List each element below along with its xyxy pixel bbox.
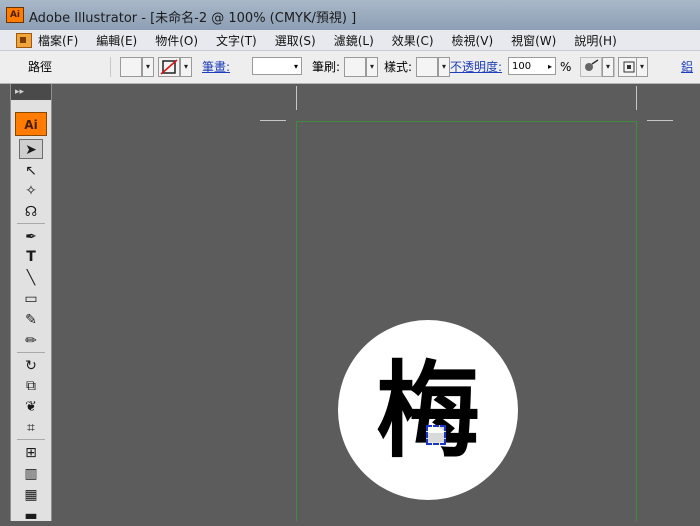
warp-tool-icon[interactable]: ❦ <box>19 397 43 417</box>
selected-object-marker[interactable] <box>426 425 446 445</box>
opacity-input[interactable]: 100 ▸ <box>508 57 556 75</box>
crop-mark <box>296 86 297 110</box>
gradient-tool-icon[interactable]: ▬ <box>19 506 43 526</box>
fill-dropdown[interactable]: ▾ <box>142 57 154 77</box>
lasso-tool-icon[interactable]: ☊ <box>19 202 43 222</box>
toolbox-logo: Ai <box>15 112 47 136</box>
title-bar: Ai Adobe Illustrator - [未命名-2 @ 100% (CM… <box>0 0 700 31</box>
menu-file[interactable]: 檔案(F) <box>38 32 78 49</box>
no-stroke-icon <box>160 59 178 75</box>
menu-window[interactable]: 視窗(W) <box>511 32 556 49</box>
fill-swatch[interactable] <box>120 57 142 77</box>
paintbrush-tool-icon[interactable]: ✎ <box>19 310 43 330</box>
menu-edit[interactable]: 編輯(E) <box>96 32 137 49</box>
mesh-tool-icon[interactable]: ▦ <box>19 485 43 505</box>
rectangle-tool-icon[interactable]: ▭ <box>19 289 43 309</box>
menu-help[interactable]: 說明(H) <box>574 32 616 49</box>
menu-view[interactable]: 檢視(V) <box>452 32 494 49</box>
style-swatch[interactable] <box>416 57 438 77</box>
pencil-tool-icon[interactable]: ✏ <box>19 331 43 351</box>
pen-tool-icon[interactable]: ✒ <box>19 227 43 247</box>
toolbox-grip[interactable]: ▸▸ <box>11 84 51 100</box>
brush-swatch[interactable] <box>344 57 366 77</box>
style-label: 樣式: <box>384 60 413 74</box>
chevron-down-icon: ▾ <box>293 62 298 71</box>
column-graph-tool-icon[interactable]: ▥ <box>19 464 43 484</box>
transform-link[interactable]: 鋁 <box>681 51 693 83</box>
divider <box>110 57 111 77</box>
brush-dropdown[interactable]: ▾ <box>366 57 378 77</box>
crop-mark <box>636 86 637 110</box>
toolbox-divider <box>17 223 45 224</box>
menu-type[interactable]: 文字(T) <box>216 32 257 49</box>
stroke-weight-combo[interactable]: ▾ <box>252 57 302 75</box>
free-transform-tool-icon[interactable]: ⌗ <box>19 418 43 438</box>
control-bar: 路徑 ▾ ▾ 筆畫: ▾ 筆刷: ▾ 樣式: ▾ 不透明度: 100 ▸ % ▾… <box>0 51 700 84</box>
selection-tool-icon[interactable]: ➤ <box>19 139 43 159</box>
crop-mark <box>260 120 286 121</box>
menu-items: 檔案(F) 編輯(E) 物件(O) 文字(T) 選取(S) 濾鏡(L) 效果(C… <box>38 32 635 49</box>
seal-glyph: 梅 <box>375 349 480 472</box>
menu-filter[interactable]: 濾鏡(L) <box>334 32 374 49</box>
recolor-dropdown[interactable]: ▾ <box>602 57 614 77</box>
plum-seal-artwork[interactable]: 梅 <box>338 320 518 500</box>
opacity-value: 100 <box>512 61 532 72</box>
direct-selection-tool-icon[interactable]: ↖ <box>19 161 43 181</box>
recolor-artwork-button[interactable] <box>580 57 602 77</box>
toolbox-divider <box>17 439 45 440</box>
selection-mode-label: 路徑 <box>28 60 53 74</box>
stroke-weight-label[interactable]: 筆畫: <box>202 51 230 83</box>
toolbox: ▸▸ Ai ➤ ↖ ✧ ☊ ✒ T ╲ ▭ ✎ ✏ ↻ ⧉ ❦ ⌗ ⊞ ▥ ▦ … <box>10 84 52 524</box>
line-tool-icon[interactable]: ╲ <box>19 268 43 288</box>
type-tool-icon[interactable]: T <box>19 247 43 267</box>
style-dropdown[interactable]: ▾ <box>438 57 450 77</box>
rotate-tool-icon[interactable]: ↻ <box>19 356 43 376</box>
divider <box>614 57 615 77</box>
stroke-dropdown[interactable]: ▾ <box>180 57 192 77</box>
menu-select[interactable]: 選取(S) <box>275 32 316 49</box>
symbol-sprayer-tool-icon[interactable]: ⊞ <box>19 443 43 463</box>
menu-object[interactable]: 物件(O) <box>155 32 198 49</box>
window-title: Adobe Illustrator - [未命名-2 @ 100% (CMYK/… <box>29 11 357 26</box>
scale-tool-icon[interactable]: ⧉ <box>19 376 43 396</box>
recolor-icon <box>585 59 599 71</box>
opacity-label[interactable]: 不透明度: <box>450 51 502 83</box>
menu-effect[interactable]: 效果(C) <box>392 32 434 49</box>
chevron-right-icon: ▸ <box>547 62 552 71</box>
document-icon[interactable] <box>16 33 32 48</box>
app-logo: Ai <box>6 7 24 23</box>
align-dropdown[interactable]: ▾ <box>636 57 648 77</box>
toolbox-divider <box>17 352 45 353</box>
stroke-swatch[interactable] <box>158 57 180 77</box>
brush-label: 筆刷: <box>312 60 341 74</box>
crop-mark <box>647 120 673 121</box>
magic-wand-tool-icon[interactable]: ✧ <box>19 181 43 201</box>
percent-symbol: % <box>560 60 572 74</box>
menu-bar: 檔案(F) 編輯(E) 物件(O) 文字(T) 選取(S) 濾鏡(L) 效果(C… <box>0 30 700 51</box>
